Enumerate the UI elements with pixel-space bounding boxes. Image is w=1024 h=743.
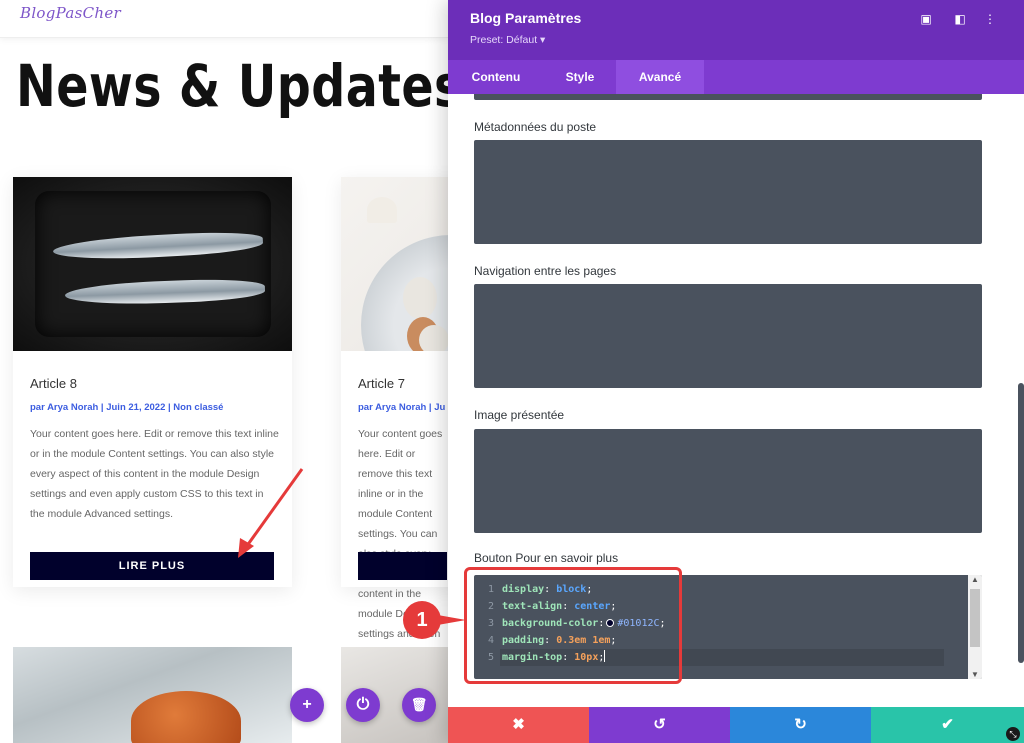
post-title[interactable]: Article 7: [358, 376, 405, 391]
site-header: BlogPasCher: [0, 0, 448, 38]
resize-handle-icon[interactable]: ⤡: [1006, 727, 1020, 741]
redo-icon: ↻: [794, 716, 807, 733]
add-module-button[interactable]: +: [290, 688, 324, 722]
panel-footer: ✖ ↺ ↻ ✔ ⤡: [448, 707, 1024, 743]
expand-icon[interactable]: ▣: [918, 11, 934, 27]
preset-selector[interactable]: Preset: Défaut ▾: [470, 34, 545, 46]
scrollbar-thumb[interactable]: [970, 589, 980, 647]
power-icon: ⏻: [356, 696, 370, 713]
tab-style[interactable]: Style: [544, 60, 616, 94]
image-egg: [403, 277, 437, 319]
read-more-button[interactable]: [358, 552, 447, 580]
undo-icon: ↺: [653, 716, 666, 733]
post-title[interactable]: Article 8: [30, 376, 77, 391]
post-featured-image[interactable]: [13, 647, 292, 743]
field-label: Métadonnées du poste: [474, 120, 597, 134]
css-field-post-meta[interactable]: [474, 140, 982, 244]
panel-title: Blog Paramètres: [470, 10, 582, 26]
css-field-pagination[interactable]: [474, 284, 982, 388]
tab-contenu[interactable]: Contenu: [448, 60, 544, 94]
delete-module-button[interactable]: 🗑: [402, 688, 436, 722]
image-egg: [419, 325, 449, 351]
trash-icon: 🗑: [410, 697, 428, 712]
plus-icon: +: [302, 696, 312, 713]
redo-button[interactable]: ↻: [730, 707, 871, 743]
field-label: Navigation entre les pages: [474, 264, 617, 278]
annotation-arrow: [238, 468, 304, 558]
scroll-down-icon[interactable]: ▼: [968, 670, 982, 679]
toggle-module-button[interactable]: ⏻: [346, 688, 380, 722]
site-logo[interactable]: BlogPasCher: [20, 4, 121, 22]
page-title: News & Updates: [16, 52, 463, 120]
post-meta[interactable]: par Arya Norah | Ju: [358, 402, 445, 413]
field-label: Image présentée: [474, 408, 565, 422]
post-meta[interactable]: par Arya Norah | Juin 21, 2022 | Non cla…: [30, 402, 223, 413]
discard-button[interactable]: ✖: [448, 707, 589, 743]
annotation-callout: 1: [403, 601, 441, 639]
css-field-previous[interactable]: [474, 94, 982, 100]
scroll-up-icon[interactable]: ▲: [968, 575, 982, 584]
save-button[interactable]: ✔: [871, 707, 1024, 743]
panel-scrollbar[interactable]: [1018, 383, 1024, 663]
split-view-icon[interactable]: ◧: [952, 11, 968, 27]
field-label: Bouton Pour en savoir plus: [474, 551, 619, 565]
css-field-featured-image[interactable]: [474, 429, 982, 533]
image-eggshell: [367, 197, 397, 223]
more-options-icon[interactable]: ⋮: [982, 11, 998, 27]
image-crab: [131, 691, 241, 743]
undo-button[interactable]: ↺: [589, 707, 730, 743]
image-tray: [35, 191, 271, 337]
panel-tabs: Contenu Style Avancé: [448, 60, 1024, 94]
post-featured-image[interactable]: [13, 177, 292, 351]
check-icon: ✔: [941, 716, 954, 733]
code-scrollbar[interactable]: ▲ ▼: [968, 575, 982, 679]
tab-avance[interactable]: Avancé: [616, 60, 704, 94]
panel-header[interactable]: Blog Paramètres Preset: Défaut ▾ ▣ ◧ ⋮: [448, 0, 1024, 60]
close-icon: ✖: [512, 716, 525, 733]
annotation-highlight-box: [464, 567, 682, 684]
